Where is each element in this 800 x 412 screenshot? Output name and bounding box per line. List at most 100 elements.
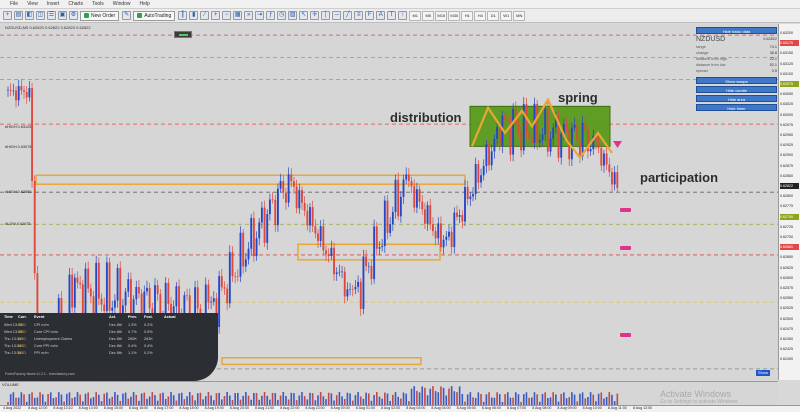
templates-icon[interactable]: ▧ [288, 11, 298, 20]
channel-icon[interactable]: ≡ [354, 11, 364, 20]
timeframe-m5[interactable]: M5 [422, 10, 435, 21]
tester-icon[interactable]: ⚙ [69, 11, 78, 20]
volume-bar [402, 392, 405, 406]
fibonacci-icon[interactable]: F [365, 11, 375, 20]
menu-view[interactable]: View [27, 1, 38, 7]
timeframe-w1[interactable]: W1 [500, 10, 513, 21]
bar-chart-icon[interactable]: ┃ [178, 11, 188, 20]
candle-body [186, 295, 188, 296]
candle-body [512, 108, 515, 155]
annotation-distribution: distribution [390, 110, 462, 125]
menu-file[interactable]: File [10, 1, 18, 7]
panel-button[interactable]: Hide candle [696, 86, 777, 93]
time-tick-label: 8 Aug 07:00 [507, 406, 527, 410]
candle-body [228, 252, 231, 304]
candle-body [549, 138, 552, 152]
info-panel: Hide basic data NZDUSD 0.62822 range 74.1… [696, 27, 777, 117]
news-cell: USD [18, 344, 27, 348]
new-chart-icon[interactable]: + [3, 11, 12, 20]
label-icon[interactable]: T [387, 11, 397, 20]
line-chart-icon[interactable]: ∕ [200, 11, 210, 20]
hide-basic-data-button[interactable]: Hide basic data [696, 27, 777, 34]
menu-insert[interactable]: Insert [47, 1, 60, 7]
timeframe-h4[interactable]: H4 [474, 10, 487, 21]
candle-body [317, 233, 319, 241]
news-header-cell: Event [34, 315, 45, 319]
volume-bar [49, 392, 52, 406]
indicators-icon[interactable]: ƒ [266, 11, 276, 20]
navigator-icon[interactable]: ☰ [47, 11, 56, 20]
candle-body [330, 247, 333, 256]
menu-window[interactable]: Window [113, 1, 131, 7]
candle-body [285, 192, 287, 203]
new-order-icon [84, 13, 89, 18]
candle-body [456, 212, 458, 217]
time-tick-label: 8 Aug 08:00 [532, 406, 552, 410]
terminal-icon[interactable]: ▣ [58, 11, 67, 20]
candle-body [293, 181, 295, 187]
trendline-icon[interactable]: ╱ [343, 11, 353, 20]
autoscroll-icon[interactable]: » [244, 11, 254, 20]
timeframe-m30[interactable]: M30 [448, 10, 461, 21]
vertical-line-icon[interactable]: │ [321, 11, 331, 20]
candle-body [25, 91, 28, 98]
candle-body [608, 164, 611, 172]
menu-charts[interactable]: Charts [68, 1, 83, 7]
horizontal-line-icon[interactable]: ─ [332, 11, 342, 20]
candle-body [442, 239, 445, 248]
menu-tools[interactable]: Tools [92, 1, 104, 7]
volume-bar [456, 392, 458, 406]
autotrading-button[interactable]: AutoTrading [133, 10, 176, 21]
panel-button[interactable]: Show swaps [696, 77, 777, 84]
panel-button[interactable]: Hide timer [696, 104, 777, 111]
timeframe-mn[interactable]: MN [513, 10, 526, 21]
candle-body [301, 190, 303, 203]
candle-body [423, 209, 426, 224]
market-watch-icon[interactable]: ◧ [25, 11, 34, 20]
profiles-icon[interactable]: ▤ [14, 11, 23, 20]
news-cell: USD [18, 323, 27, 327]
indicator-toggle[interactable] [174, 31, 192, 38]
periods-icon[interactable]: ◷ [277, 11, 287, 20]
candle-body [103, 304, 106, 312]
candle-body [589, 149, 592, 152]
crosshair-icon[interactable]: ✛ [310, 11, 320, 20]
candle-body [616, 172, 619, 189]
news-cell: 263K [144, 337, 153, 341]
volume-bar [469, 392, 472, 406]
price-tick-label: 0.62400 [780, 356, 799, 363]
candlestick-icon[interactable]: ▮ [189, 11, 199, 20]
news-header-cell: Prev. [128, 315, 138, 319]
tile-windows-icon[interactable]: ▦ [233, 11, 243, 20]
data-window-icon[interactable]: ◫ [36, 11, 45, 20]
candle-body [290, 174, 293, 182]
volume-bar [263, 392, 266, 406]
timeframe-d1[interactable]: D1 [487, 10, 500, 21]
timeframe-m1[interactable]: M1 [409, 10, 422, 21]
new-order-button[interactable]: New Order [80, 10, 120, 21]
candle-body [271, 199, 274, 201]
cursor-icon[interactable]: ↖ [299, 11, 309, 20]
zoom-out-icon[interactable]: − [222, 11, 232, 20]
metaeditor-icon[interactable]: ✎ [122, 11, 132, 20]
candle-body [613, 172, 616, 185]
volume-bar [346, 392, 349, 406]
time-tick-label: 8 Aug 04:00 [431, 406, 451, 410]
show-button[interactable]: Show [756, 370, 770, 376]
news-cell: Dec 8th [109, 330, 123, 334]
timeframe-h1[interactable]: H1 [461, 10, 474, 21]
menu-bar: File View Insert Charts Tools Window Hel… [0, 0, 800, 9]
panel-button[interactable]: Hide area [696, 95, 777, 102]
timeframe-m15[interactable]: M15 [435, 10, 448, 21]
menu-help[interactable]: Help [140, 1, 150, 7]
arrows-icon[interactable]: ↑ [398, 11, 408, 20]
panel-symbol: NZDUSD [696, 36, 726, 43]
text-icon[interactable]: A [376, 11, 386, 20]
chart-shift-icon[interactable]: ⇥ [255, 11, 265, 20]
price-tick-label: 0.62700 [780, 234, 799, 240]
volume-bar [162, 392, 164, 406]
panel-buttons: Show swaps Hide candle Hide area Hide timer [696, 77, 777, 111]
zoom-in-icon[interactable]: + [211, 11, 221, 20]
news-header-cell: Fcst. [144, 315, 153, 319]
price-axis[interactable]: 0.63200 0.63175 0.63150 0.63125 0.63100 0.630… [778, 24, 800, 380]
